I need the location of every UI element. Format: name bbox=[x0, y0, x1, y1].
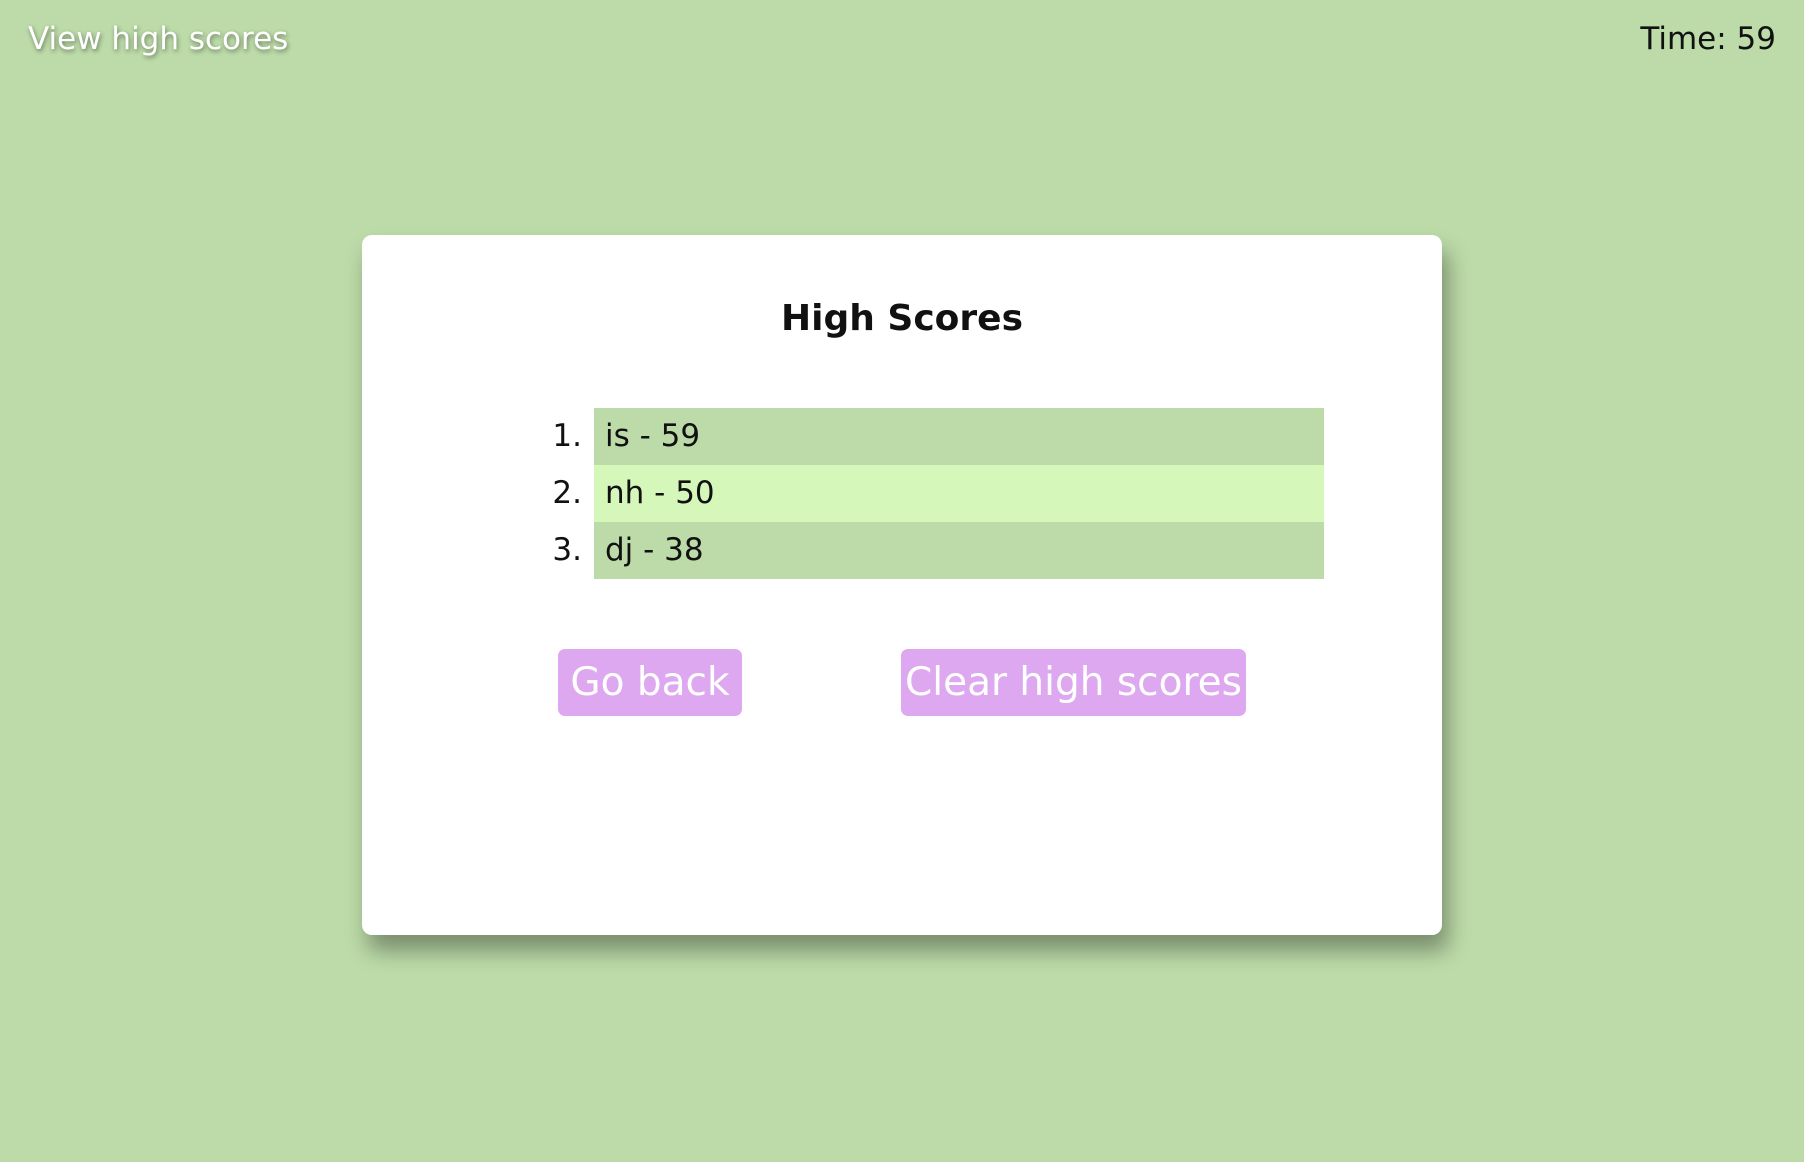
rank-number: 1. bbox=[552, 418, 582, 454]
clear-high-scores-button[interactable]: Clear high scores bbox=[901, 649, 1246, 716]
score-entry: is - 59 bbox=[594, 408, 1324, 465]
list-item: 3. dj - 38 bbox=[478, 522, 1324, 579]
view-high-scores-link[interactable]: View high scores bbox=[28, 18, 288, 60]
rank-number: 2. bbox=[552, 475, 582, 511]
score-entry: nh - 50 bbox=[594, 465, 1324, 522]
page-title: High Scores bbox=[781, 298, 1023, 339]
rank-number: 3. bbox=[552, 532, 582, 568]
timer: Time: 59 bbox=[1640, 21, 1776, 57]
list-item: 2. nh - 50 bbox=[478, 465, 1324, 522]
go-back-button[interactable]: Go back bbox=[558, 649, 742, 716]
score-entry: dj - 38 bbox=[594, 522, 1324, 579]
high-scores-card: High Scores 1. is - 59 2. nh - 50 3. dj … bbox=[362, 235, 1442, 935]
list-item: 1. is - 59 bbox=[478, 408, 1324, 465]
high-scores-list: 1. is - 59 2. nh - 50 3. dj - 38 bbox=[478, 408, 1324, 579]
